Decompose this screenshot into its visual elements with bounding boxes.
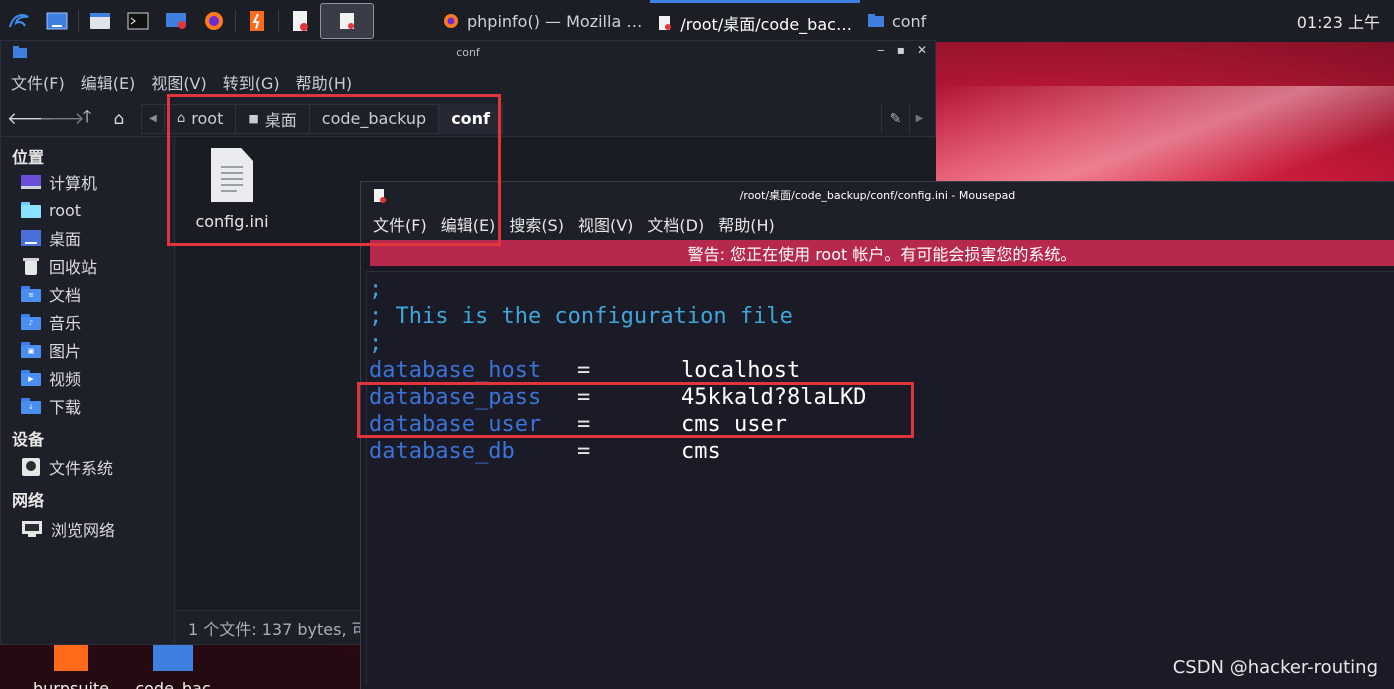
task-firefox[interactable]: phpinfo() — Mozilla … xyxy=(435,0,650,42)
sidebar-item-videos[interactable]: ▶ 视频 xyxy=(1,364,174,392)
config-value: cms xyxy=(681,439,721,464)
show-desktop-button[interactable] xyxy=(40,4,74,38)
kali-menu-button[interactable] xyxy=(0,0,38,42)
file-manager-launcher[interactable] xyxy=(83,4,117,38)
close-icon[interactable]: ✕ xyxy=(917,43,927,57)
music-folder-icon: ♪ xyxy=(21,314,41,330)
sidebar-item-music[interactable]: ♪ 音乐 xyxy=(1,308,174,336)
mousepad-launcher[interactable] xyxy=(283,4,317,38)
config-line: database_host = localhost xyxy=(369,357,1394,384)
terminal-launcher[interactable] xyxy=(121,4,155,38)
menu-edit[interactable]: 编辑(E) xyxy=(81,70,136,94)
pictures-folder-icon: ▣ xyxy=(21,342,41,358)
home-folder-icon xyxy=(21,202,41,218)
kali-dragon-icon xyxy=(9,14,29,28)
config-line: database_db = cms xyxy=(369,438,1394,465)
sidebar-item-downloads[interactable]: ↓ 下载 xyxy=(1,392,174,420)
window-titlebar: /root/桌面/code_backup/conf/config.ini - M… xyxy=(361,182,1394,208)
downloads-folder-icon: ↓ xyxy=(21,398,41,414)
firefox-icon xyxy=(444,14,458,28)
menu-help[interactable]: 帮助(H) xyxy=(296,70,353,94)
minimize-icon[interactable]: ‒ xyxy=(877,43,885,57)
menu-go[interactable]: 转到(G) xyxy=(223,70,280,94)
code-line: ; xyxy=(369,277,383,302)
menu-help[interactable]: 帮助(H) xyxy=(718,212,775,236)
config-key: database_host xyxy=(369,358,542,383)
menu-file[interactable]: 文件(F) xyxy=(11,70,65,94)
sidebar-item-filesystem[interactable]: 文件系统 xyxy=(1,453,174,481)
workspace-switcher[interactable] xyxy=(320,3,374,39)
task-label: conf xyxy=(891,11,927,31)
desktop-icon-label: code_bac xyxy=(135,679,211,689)
task-label: /root/桌面/code_bac… xyxy=(680,14,852,34)
desktop-icon-code-backup[interactable]: code_bac xyxy=(128,645,218,689)
menu-bar: 文件(F) 编辑(E) 搜索(S) 视图(V) 文档(D) 帮助(H) xyxy=(361,208,1394,240)
screen-recorder-launcher[interactable] xyxy=(159,4,193,38)
window-title: conf xyxy=(456,45,480,59)
annotation-box-breadcrumb-file xyxy=(167,94,501,246)
task-label: phpinfo() — Mozilla … xyxy=(467,11,643,31)
mousepad-icon xyxy=(659,15,672,30)
folder-icon xyxy=(153,645,193,671)
firefox-launcher[interactable] xyxy=(197,4,231,38)
sidebar-item-trash[interactable]: 回收站 xyxy=(1,252,174,280)
text-editor[interactable]: ; ; This is the configuration file ; dat… xyxy=(366,271,1394,685)
chevron-left-icon[interactable]: ◀ xyxy=(142,104,164,134)
watermark: CSDN @hacker-routing xyxy=(1172,657,1378,678)
config-equals: = xyxy=(577,439,591,464)
sidebar-heading-network: 网络 xyxy=(12,491,45,510)
annotation-box-credentials xyxy=(357,382,914,438)
forward-arrow-icon[interactable]: 🡒 xyxy=(39,109,85,129)
root-warning-bar: 警告: 您正在使用 root 帐户。有可能会损害您的系统。 xyxy=(370,240,1394,266)
top-panel: phpinfo() — Mozilla … /root/桌面/code_bac…… xyxy=(0,0,1394,42)
desktop-icon-burpsuite[interactable]: burpsuite xyxy=(26,645,116,689)
network-icon xyxy=(22,521,42,537)
menu-view[interactable]: 视图(V) xyxy=(151,70,206,94)
window-titlebar: conf ‒ ▪ ✕ xyxy=(1,41,935,63)
burpsuite-launcher[interactable] xyxy=(240,4,274,38)
trash-icon xyxy=(23,258,39,275)
sidebar-heading-devices: 设备 xyxy=(12,430,45,449)
desktop-icon-label: burpsuite xyxy=(32,679,110,689)
config-equals: = xyxy=(577,358,591,383)
warning-text: 警告: 您正在使用 root 帐户。有可能会损害您的系统。 xyxy=(687,245,1077,264)
desktop-icon xyxy=(21,230,41,246)
config-key: database_db xyxy=(369,439,515,464)
sidebar: 位置 计算机 root 桌面 回收站 ≡ 文档 ♪ 音乐 ▣ 图片 ▶ 视频 ↓ 下载 设… xyxy=(1,138,175,644)
folder-icon xyxy=(867,14,884,27)
computer-icon xyxy=(21,175,41,189)
sidebar-item-browse-network[interactable]: 浏览网络 xyxy=(1,515,174,543)
menu-view[interactable]: 视图(V) xyxy=(578,212,633,236)
menu-search[interactable]: 搜索(S) xyxy=(509,212,564,236)
task-mousepad[interactable]: /root/桌面/code_bac… xyxy=(650,0,860,42)
window-title: /root/桌面/code_backup/conf/config.ini - M… xyxy=(739,189,1016,202)
back-arrow-icon[interactable]: 🡐 xyxy=(7,109,53,129)
chevron-right-icon[interactable]: ▶ xyxy=(909,103,929,134)
code-line: ; This is the configuration file xyxy=(369,304,793,329)
home-icon[interactable]: ⌂ xyxy=(103,109,135,129)
sidebar-item-desktop[interactable]: 桌面 xyxy=(1,224,174,252)
sidebar-item-computer[interactable]: 计算机 xyxy=(1,168,174,196)
folder-icon xyxy=(13,46,27,58)
sidebar-heading-places: 位置 xyxy=(12,148,45,167)
sidebar-item-root[interactable]: root xyxy=(1,196,174,224)
clock[interactable]: 01:23 上午 xyxy=(1297,9,1394,33)
code-line: ; xyxy=(369,331,383,356)
burpsuite-icon xyxy=(54,645,88,671)
menu-document[interactable]: 文档(D) xyxy=(647,212,704,236)
config-value: localhost xyxy=(681,358,801,383)
maximize-icon[interactable]: ▪ xyxy=(897,43,905,57)
documents-folder-icon: ≡ xyxy=(21,286,41,302)
up-arrow-icon[interactable]: 🡑 xyxy=(71,104,103,133)
sidebar-item-documents[interactable]: ≡ 文档 xyxy=(1,280,174,308)
sidebar-item-pictures[interactable]: ▣ 图片 xyxy=(1,336,174,364)
edit-location-icon[interactable]: ✎ xyxy=(881,103,909,134)
videos-folder-icon: ▶ xyxy=(21,370,41,386)
harddisk-icon xyxy=(22,458,40,476)
task-file-manager[interactable]: conf xyxy=(860,0,934,42)
status-text: 1 个文件: 137 bytes, 可 xyxy=(188,619,368,639)
